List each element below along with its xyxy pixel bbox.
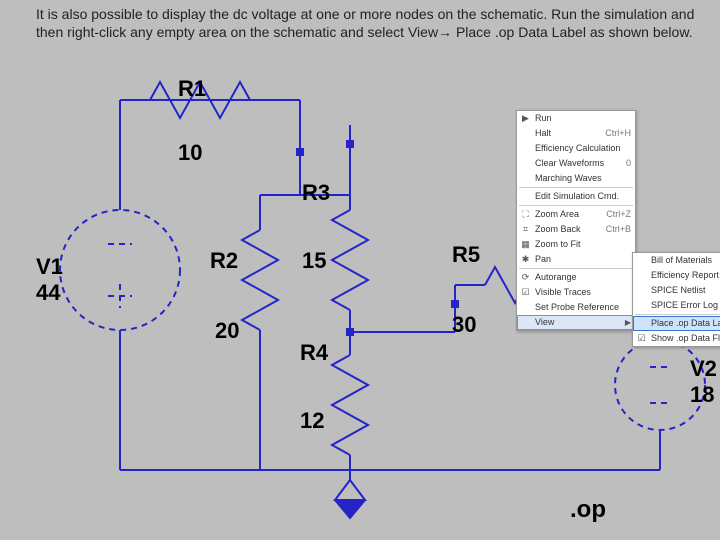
menu-icon: ☑ [636, 332, 647, 345]
menu-item-edit-simulation-cmd-[interactable]: Edit Simulation Cmd. [517, 189, 635, 204]
menu-label: View [535, 316, 554, 329]
menu-item-efficiency-report[interactable]: Efficiency Report [633, 268, 720, 283]
submenu-arrow-icon: ▶ [607, 316, 631, 329]
label-v1: V1 [36, 254, 63, 280]
menu-item-zoom-area[interactable]: ⛶Zoom AreaCtrl+Z [517, 207, 635, 222]
label-r3: R3 [302, 180, 330, 206]
instruction-text: It is also possible to display the dc vo… [36, 6, 696, 41]
menu-label: SPICE Netlist [651, 284, 706, 297]
label-r4: R4 [300, 340, 328, 366]
menu-item-efficiency-calculation[interactable]: Efficiency Calculation [517, 141, 635, 156]
menu-label: Efficiency Report [651, 269, 719, 282]
menu-label: Zoom Area [535, 208, 579, 221]
context-submenu-view[interactable]: Bill of Materials Efficiency Report SPICE … [632, 252, 720, 347]
label-r2: R2 [210, 248, 238, 274]
menu-icon: ▦ [520, 238, 531, 251]
menu-icon: ✱ [520, 253, 531, 266]
menu-item-zoom-back[interactable]: ⌗Zoom BackCtrl+B [517, 222, 635, 237]
menu-icon: ⟳ [520, 271, 531, 284]
menu-label: Visible Traces [535, 286, 591, 299]
menu-item-autorange[interactable]: ⟳ Autorange [517, 270, 635, 285]
menu-icon: ▶ [520, 112, 531, 125]
menu-item-show-op-data-flags[interactable]: ☑ Show .op Data Flags [633, 331, 720, 346]
menu-item-zoom-to-fit[interactable]: ▦ Zoom to Fit [517, 237, 635, 252]
value-r4: 12 [300, 408, 324, 434]
menu-label: Place .op Data Label [651, 317, 720, 330]
label-r1: R1 [178, 76, 206, 102]
menu-item-pan[interactable]: ✱ Pan [517, 252, 635, 267]
menu-label: Marching Waves [535, 172, 602, 185]
menu-icon: ⛶ [520, 208, 531, 221]
menu-label: SPICE Error Log [651, 299, 718, 312]
menu-label: Edit Simulation Cmd. [535, 190, 619, 203]
menu-item-bill-of-materials[interactable]: Bill of Materials [633, 253, 720, 268]
menu-label: Bill of Materials [651, 254, 712, 267]
menu-label: Set Probe Reference [535, 301, 619, 314]
value-v1: 44 [36, 280, 60, 306]
menu-label: Run [535, 112, 552, 125]
menu-label: Clear Waveforms [535, 157, 604, 170]
menu-icon: ☑ [520, 286, 531, 299]
label-r5: R5 [452, 242, 480, 268]
directive-op: .op [570, 496, 606, 524]
value-r3: 15 [302, 248, 326, 274]
menu-label: Halt [535, 127, 551, 140]
menu-label: Pan [535, 253, 551, 266]
label-v2: V2 [690, 356, 717, 382]
menu-item-set-probe-reference[interactable]: Set Probe Reference [517, 300, 635, 315]
menu-label: Show .op Data Flags [651, 332, 720, 345]
menu-item-run[interactable]: ▶ Run [517, 111, 635, 126]
menu-item-clear-waveforms[interactable]: Clear Waveforms0 [517, 156, 635, 171]
context-menu[interactable]: ▶RunHaltCtrl+HEfficiency CalculationClea… [516, 110, 636, 331]
menu-label: Zoom Back [535, 223, 581, 236]
menu-item-visible-traces[interactable]: ☑ Visible Traces [517, 285, 635, 300]
menu-icon: ⌗ [520, 223, 531, 236]
menu-item-spice-netlist[interactable]: SPICE Netlist [633, 283, 720, 298]
value-r1: 10 [178, 140, 202, 166]
menu-item-marching-waves[interactable]: Marching Waves [517, 171, 635, 186]
menu-item-place-op-data-label[interactable]: Place .op Data Label [633, 316, 720, 331]
menu-label: Autorange [535, 271, 577, 284]
menu-item-halt[interactable]: HaltCtrl+H [517, 126, 635, 141]
value-r2: 20 [215, 318, 239, 344]
menu-label: Efficiency Calculation [535, 142, 620, 155]
menu-label: Zoom to Fit [535, 238, 581, 251]
value-v2: 18 [690, 382, 714, 408]
value-r5: 30 [452, 312, 476, 338]
menu-item-spice-error-log[interactable]: SPICE Error Log [633, 298, 720, 313]
menu-item-view[interactable]: View ▶ [517, 315, 635, 330]
